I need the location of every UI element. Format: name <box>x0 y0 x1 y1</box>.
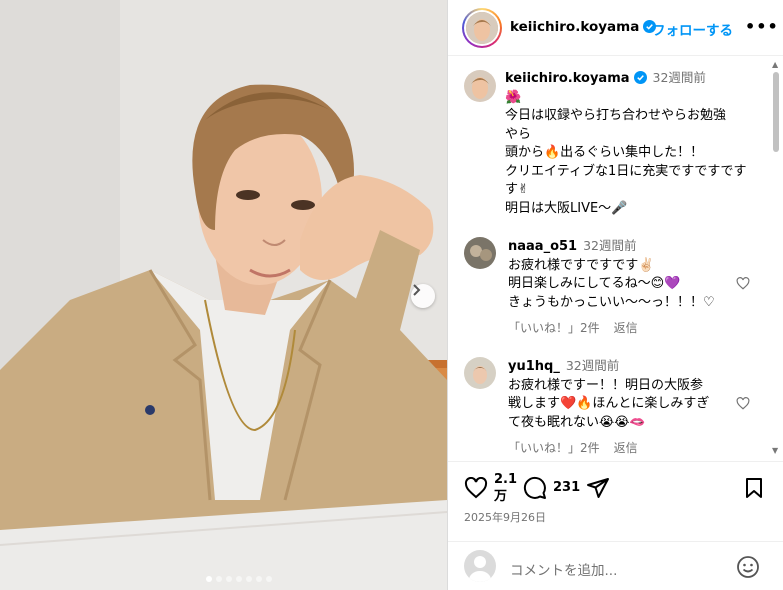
comment-line: お疲れ様ですー！！明日の大阪参 <box>508 377 704 393</box>
carousel-dot[interactable] <box>236 576 242 582</box>
comment-bubble-icon[interactable] <box>523 476 547 500</box>
carousel-dots <box>206 576 272 582</box>
caption: keiichiro.koyama 32週間前 🌺 今日は収録やら打ち合わせやらお勉… <box>505 69 755 218</box>
likes-count-number: 2.1 <box>494 472 518 487</box>
like-heart-icon[interactable] <box>464 477 488 499</box>
carousel-dot[interactable] <box>206 576 212 582</box>
scroll-up-arrow-icon[interactable]: ▲ <box>772 60 778 69</box>
add-comment-input[interactable]: コメントを追加... <box>510 559 617 579</box>
photo-illustration <box>0 0 447 590</box>
caption-username[interactable]: keiichiro.koyama <box>505 71 630 86</box>
reply-button[interactable]: 返信 <box>614 441 638 455</box>
caption-time[interactable]: 32週間前 <box>653 70 706 85</box>
comment-avatar[interactable] <box>464 357 496 389</box>
comments-count[interactable]: 231 <box>553 480 580 495</box>
comment-like-heart-icon[interactable] <box>736 277 750 290</box>
carousel-dot[interactable] <box>246 576 252 582</box>
caption-line: クリエイティブな1日に充実ですですです <box>505 163 747 179</box>
caption-emoji-line: 🌺 <box>505 89 522 105</box>
user-silhouette-icon <box>469 556 491 582</box>
comment-likes[interactable]: 「いいね！」2件 <box>508 441 600 455</box>
likes-count-unit: 万 <box>494 489 508 504</box>
comment-username[interactable]: naaa_o51 <box>508 239 577 254</box>
comment-item: naaa_o51 32週間前 お疲れ様ですですです✌🏻 明日楽しみにしてるね〜😊💜… <box>508 237 733 312</box>
next-photo-button[interactable] <box>411 284 435 308</box>
comment-avatar[interactable] <box>464 237 496 269</box>
caption-line: す✌ <box>505 182 529 197</box>
comment-time[interactable]: 32週間前 <box>583 238 636 253</box>
author-avatar[interactable] <box>462 8 502 48</box>
header-username[interactable]: keiichiro.koyama <box>510 19 639 35</box>
comments-list: keiichiro.koyama 32週間前 🌺 今日は収録やら打ち合わせやらお勉… <box>448 57 783 461</box>
comment-like-heart-icon[interactable] <box>736 397 750 410</box>
avatar-image <box>466 12 498 44</box>
scroll-down-arrow-icon[interactable]: ▼ <box>772 446 778 455</box>
emoji-smiley-icon[interactable] <box>736 555 760 579</box>
caption-avatar[interactable] <box>464 70 496 102</box>
comment-line: 戦します❤️🔥ほんとに楽しみすぎ <box>508 396 710 411</box>
caption-line: 今日は収録やら打ち合わせやらお勉強 <box>505 108 727 123</box>
likes-count[interactable]: 2.1 万 <box>494 471 517 505</box>
add-comment-bar: コメントを追加... <box>448 541 783 590</box>
comment-line: きょうもかっこいい〜〜っ！！！♡ <box>508 294 715 310</box>
verified-badge-icon <box>633 71 647 84</box>
caption-line: やら <box>505 126 532 142</box>
post-actions: 2.1 万 231 2025年9月26日 <box>448 461 783 541</box>
comment-line: お疲れ様ですですです✌🏻 <box>508 257 655 273</box>
carousel-dot[interactable] <box>256 576 262 582</box>
reply-button[interactable]: 返信 <box>614 321 638 335</box>
follow-button[interactable]: フォローする <box>652 19 733 39</box>
carousel-dot[interactable] <box>266 576 272 582</box>
comment-line: 明日楽しみにしてるね〜😊💜 <box>508 276 681 291</box>
comment-item: yu1hq_ 32週間前 お疲れ様ですー！！明日の大阪参 戦します❤️🔥ほんとに楽… <box>508 357 733 432</box>
caption-line: 頭から🔥出るぐらい集中した！！ <box>505 145 704 160</box>
caption-line: 明日は大阪LIVE〜🎤 <box>505 200 628 216</box>
comment-username[interactable]: yu1hq_ <box>508 359 560 374</box>
post-date[interactable]: 2025年9月26日 <box>464 509 546 525</box>
post-side-panel: keiichiro.koyama フォローする ••• keiichiro.ko… <box>447 0 783 590</box>
post-header: keiichiro.koyama フォローする ••• <box>448 0 783 56</box>
post-photo <box>0 0 447 590</box>
more-options-icon[interactable]: ••• <box>745 17 779 36</box>
comments-scrollbar[interactable]: ▲ ▼ <box>770 60 780 458</box>
save-bookmark-icon[interactable] <box>744 477 764 499</box>
scrollbar-thumb[interactable] <box>773 72 779 152</box>
comment-meta: 「いいね！」2件 返信 <box>508 439 652 456</box>
carousel-dot[interactable] <box>226 576 232 582</box>
header-username-wrap[interactable]: keiichiro.koyama <box>510 19 657 35</box>
comment-time[interactable]: 32週間前 <box>566 358 619 373</box>
comment-line: て夜も眠れない😭😭🫦 <box>508 414 646 430</box>
comment-meta: 「いいね！」2件 返信 <box>508 319 652 336</box>
carousel-dot[interactable] <box>216 576 222 582</box>
chevron-right-icon <box>413 284 421 296</box>
comment-likes[interactable]: 「いいね！」2件 <box>508 321 600 335</box>
current-user-avatar <box>464 550 496 582</box>
share-send-icon[interactable] <box>586 477 610 499</box>
